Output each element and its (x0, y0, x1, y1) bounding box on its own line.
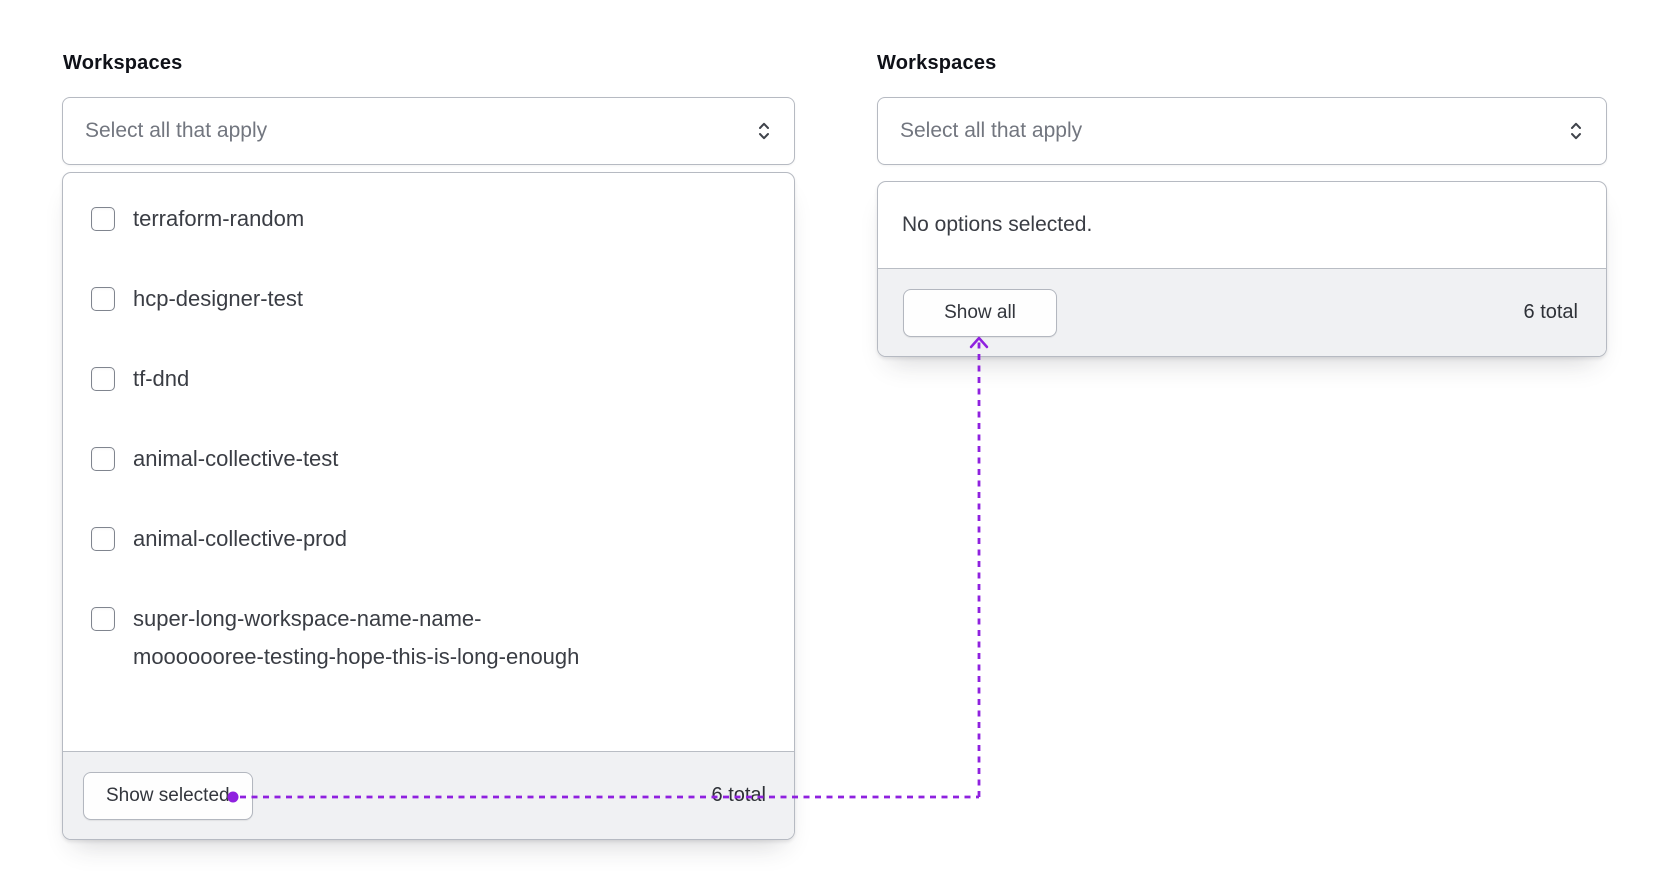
checkbox-unchecked-icon[interactable] (91, 367, 115, 391)
option-row[interactable]: terraform-random (91, 179, 766, 259)
options-list: terraform-random hcp-designer-test tf-dn… (63, 173, 794, 751)
workspaces-label-left: Workspaces (63, 52, 183, 74)
option-label: terraform-random (133, 206, 305, 231)
option-row[interactable]: tf-dnd (91, 339, 766, 419)
total-count: 6 total (711, 784, 766, 806)
options-dropdown: terraform-random hcp-designer-test tf-dn… (62, 172, 795, 840)
checkbox-unchecked-icon[interactable] (91, 527, 115, 551)
workspaces-select-right[interactable]: Select all that apply (877, 97, 1607, 165)
option-row[interactable]: animal-collective-test (91, 419, 766, 499)
checkbox-unchecked-icon[interactable] (91, 287, 115, 311)
page: Workspaces Select all that apply terrafo… (0, 0, 1672, 892)
option-label: animal-collective-test (133, 446, 339, 471)
empty-state-message: No options selected. (902, 213, 1093, 236)
total-count: 6 total (1523, 301, 1578, 323)
show-all-button[interactable]: Show all (903, 288, 1057, 337)
option-label: super-long-workspace-name-name- moooooor… (133, 606, 580, 669)
option-row[interactable]: super-long-workspace-name-name- moooooor… (91, 579, 766, 697)
option-label: hcp-designer-test (133, 286, 303, 311)
workspaces-select-left[interactable]: Select all that apply (62, 97, 795, 165)
checkbox-unchecked-icon[interactable] (91, 607, 115, 631)
show-selected-button[interactable]: Show selected (83, 771, 253, 820)
selected-options-panel: No options selected. Show all 6 total (877, 181, 1607, 357)
panel-footer: Show all 6 total (878, 268, 1606, 356)
option-row[interactable]: animal-collective-prod (91, 499, 766, 579)
workspaces-label-right: Workspaces (877, 52, 997, 74)
chevron-up-down-icon (1571, 122, 1581, 140)
option-label: animal-collective-prod (133, 526, 347, 551)
checkbox-unchecked-icon[interactable] (91, 447, 115, 471)
checkbox-unchecked-icon[interactable] (91, 207, 115, 231)
chevron-up-down-icon (759, 122, 769, 140)
select-placeholder: Select all that apply (85, 119, 268, 142)
option-label: tf-dnd (133, 366, 190, 391)
select-placeholder: Select all that apply (900, 119, 1083, 142)
option-row[interactable]: hcp-designer-test (91, 259, 766, 339)
dropdown-footer: Show selected 6 total (63, 751, 794, 839)
